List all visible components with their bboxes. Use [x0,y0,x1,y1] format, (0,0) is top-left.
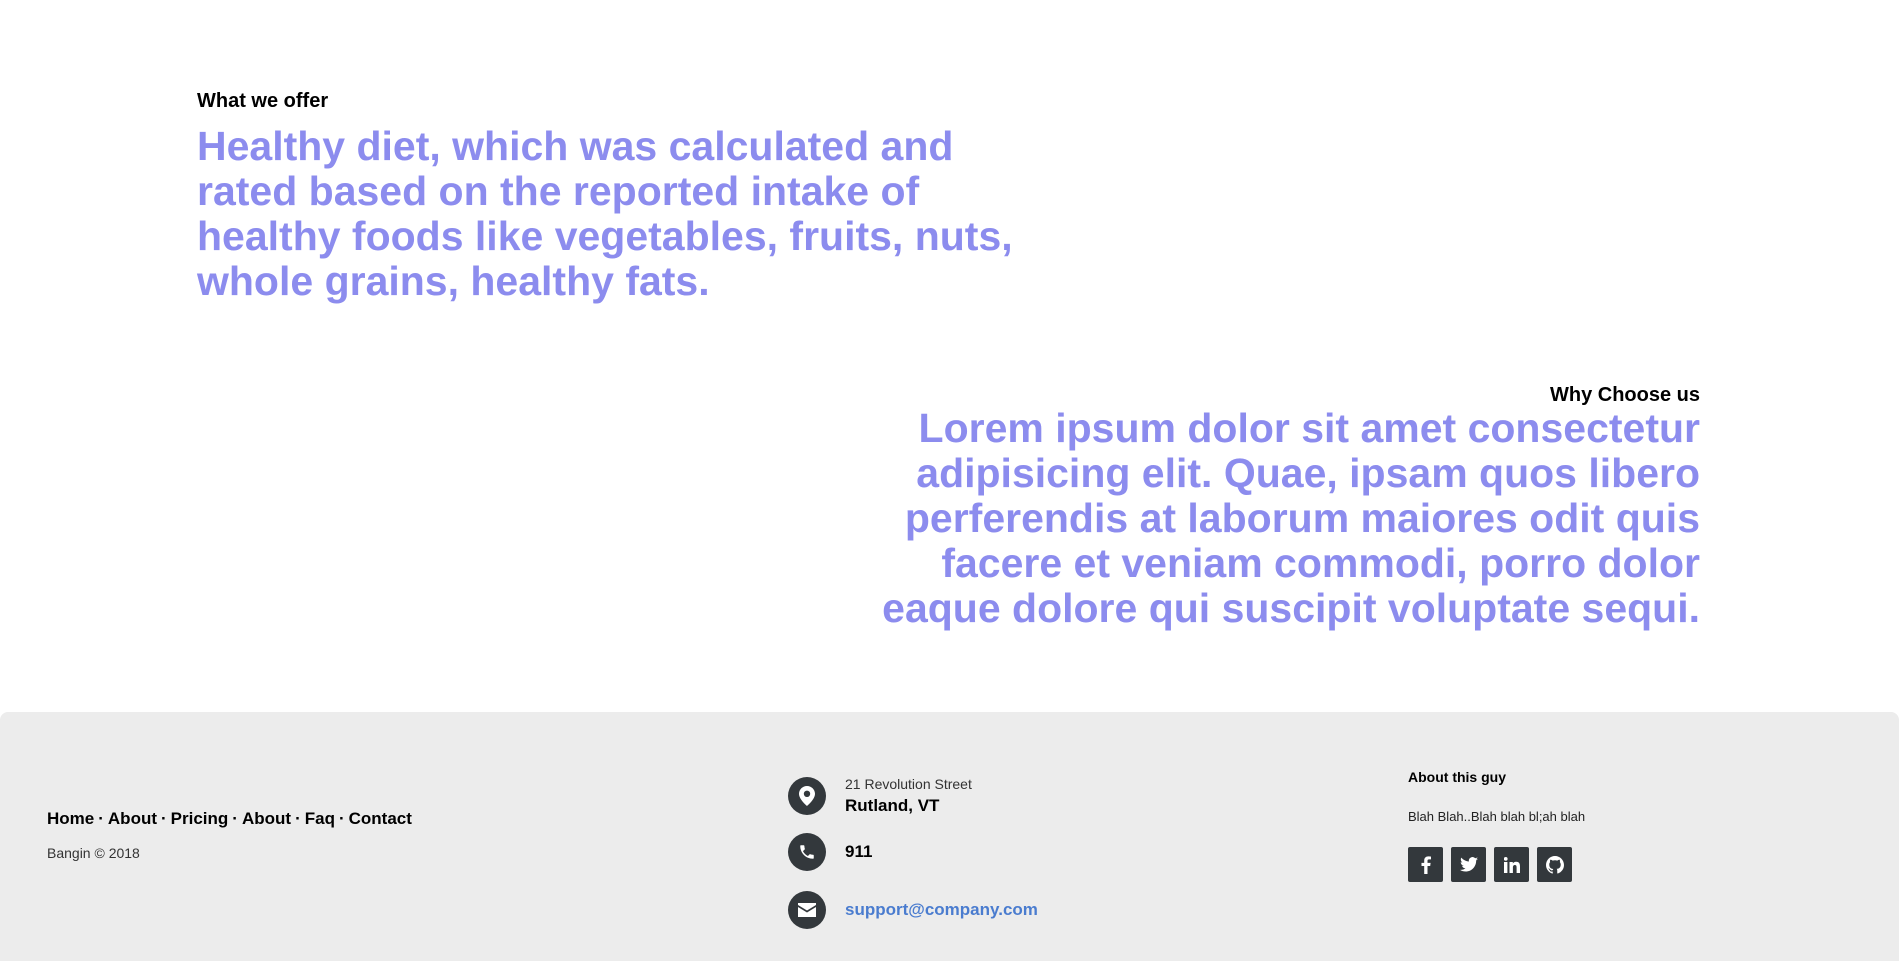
address-street: 21 Revolution Street [845,776,972,792]
copyright: Bangin © 2018 [47,845,140,861]
about-text: Blah Blah..Blah blah bl;ah blah [1408,809,1586,824]
footer-link-home[interactable]: Home [47,809,94,828]
why-heading: Why Choose us [1549,384,1700,406]
twitter-icon[interactable] [1451,847,1486,882]
footer-link-about[interactable]: About [108,809,157,828]
footer-link-faq[interactable]: Faq [305,809,335,828]
separator: · [161,809,167,828]
address-city: Rutland, VT [845,796,940,815]
footer-link-pricing[interactable]: Pricing [171,809,229,828]
separator: · [98,809,104,828]
phone-icon [788,833,826,871]
about-block: About this guy Blah Blah..Blah blah bl;a… [1408,769,1728,882]
why-text: Lorem ipsum dolor sit amet consectetur a… [882,405,1700,631]
footer-link-about-2[interactable]: About [242,809,291,828]
footer-nav: Home · About · Pricing · About · Faq · Contact [47,809,412,829]
email-link[interactable]: support@company.com [845,900,1038,919]
phone-number: 911 [845,842,873,861]
address-row: 21 Revolution Street Rutland, VT [788,776,972,816]
github-icon[interactable] [1537,847,1572,882]
footer: Home · About · Pricing · About · Faq · Contact Ban… [0,712,1899,961]
map-marker-icon [788,777,826,815]
email-row: support@company.com [788,891,1038,929]
about-title: About this guy [1408,769,1506,785]
separator: · [232,809,238,828]
envelope-icon [788,891,826,929]
social-links [1408,847,1728,882]
footer-link-contact[interactable]: Contact [349,809,412,828]
offer-text: Healthy diet, which was calculated and r… [197,123,1013,304]
facebook-icon[interactable] [1408,847,1443,882]
offer-heading: What we offer [197,90,329,112]
separator: · [295,809,301,828]
linkedin-icon[interactable] [1494,847,1529,882]
phone-row: 911 [788,833,872,871]
separator: · [338,809,345,828]
